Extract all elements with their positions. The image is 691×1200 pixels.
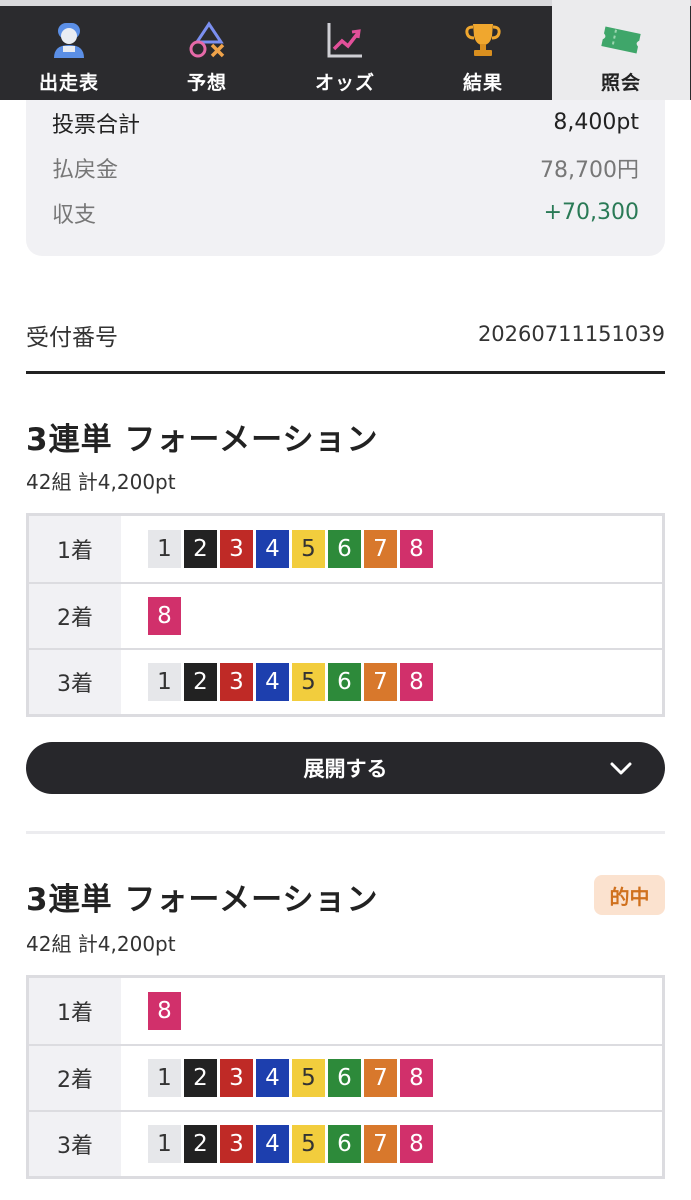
boat-number-8: 8 [148, 597, 181, 635]
balance-value: +70,300 [543, 200, 639, 225]
boat-number-8: 8 [400, 530, 433, 568]
boat-number-8: 8 [400, 1059, 433, 1097]
nav-item-entries[interactable]: 出走表 [0, 0, 138, 100]
receipt-number-row: 受付番号 20260711151039 [26, 318, 665, 374]
formation-grid: 1着 8 2着 1 2 3 4 5 6 7 8 3着 1 2 3 4 5 6 7… [26, 975, 665, 1179]
boat-number-3: 3 [220, 663, 253, 701]
place-label: 2着 [29, 584, 121, 648]
boat-number-5: 5 [292, 530, 325, 568]
boat-number-5: 5 [292, 1125, 325, 1163]
boat-number-7: 7 [364, 530, 397, 568]
payout-value: 78,700円 [540, 157, 639, 183]
payout-row: 払戻金 78,700円 [52, 145, 639, 190]
boat-number-6: 6 [328, 1059, 361, 1097]
racer-icon [47, 18, 91, 62]
boat-number-7: 7 [364, 663, 397, 701]
boat-number-4: 4 [256, 663, 289, 701]
boat-number-8: 8 [148, 992, 181, 1030]
boat-number-6: 6 [328, 663, 361, 701]
expand-button-label: 展開する [303, 757, 388, 781]
ticket-icon [599, 18, 643, 62]
chart-up-icon [323, 18, 367, 62]
nav-item-prediction[interactable]: 予想 [138, 0, 276, 100]
bet-subtitle: 42組 計4,200pt [26, 470, 176, 494]
nav-label-prediction: 予想 [186, 72, 227, 94]
formation-row-3rd: 3着 1 2 3 4 5 6 7 8 [29, 1110, 662, 1176]
boat-numbers: 1 2 3 4 5 6 7 8 [121, 516, 433, 582]
nav-label-odds: オッズ [314, 72, 375, 94]
boat-number-6: 6 [328, 530, 361, 568]
boat-numbers: 1 2 3 4 5 6 7 8 [121, 1046, 433, 1110]
place-label: 3着 [29, 1112, 121, 1176]
boat-numbers: 1 2 3 4 5 6 7 8 [121, 650, 433, 714]
place-label: 1着 [29, 516, 121, 582]
place-label: 1着 [29, 978, 121, 1044]
boat-number-1: 1 [148, 663, 181, 701]
place-label: 3着 [29, 650, 121, 714]
section-divider [26, 831, 665, 834]
boat-number-7: 7 [364, 1125, 397, 1163]
bet-title: 3連単 フォーメーション [26, 422, 379, 458]
nav-item-inquiry[interactable]: 照会 [552, 0, 690, 100]
bet-title: 3連単 フォーメーション [26, 882, 379, 918]
chevron-down-icon [610, 762, 632, 775]
boat-number-7: 7 [364, 1059, 397, 1097]
boat-number-8: 8 [400, 663, 433, 701]
boat-number-2: 2 [184, 1125, 217, 1163]
bottom-nav-bar: 出走表 予想 オッズ 結果 照会 [0, 0, 691, 100]
nav-label-entries: 出走表 [38, 72, 99, 94]
boat-number-3: 3 [220, 1059, 253, 1097]
trophy-icon [461, 18, 505, 62]
boat-number-3: 3 [220, 1125, 253, 1163]
formation-row-3rd: 3着 1 2 3 4 5 6 7 8 [29, 648, 662, 714]
boat-number-1: 1 [148, 1059, 181, 1097]
boat-number-6: 6 [328, 1125, 361, 1163]
payout-label: 払戻金 [52, 157, 119, 183]
boat-number-4: 4 [256, 530, 289, 568]
boat-number-2: 2 [184, 530, 217, 568]
boat-number-5: 5 [292, 663, 325, 701]
receipt-number-value: 20260711151039 [477, 322, 665, 346]
formation-grid: 1着 1 2 3 4 5 6 7 8 2着 8 3着 1 2 3 4 5 6 7… [26, 513, 665, 717]
formation-row-1st: 1着 8 [29, 978, 662, 1044]
boat-number-2: 2 [184, 1059, 217, 1097]
nav-label-inquiry: 照会 [600, 72, 641, 94]
boat-numbers: 8 [121, 978, 181, 1044]
nav-label-results: 結果 [462, 72, 503, 94]
boat-number-3: 3 [220, 530, 253, 568]
formation-row-2nd: 2着 1 2 3 4 5 6 7 8 [29, 1044, 662, 1110]
total-votes-label: 投票合計 [52, 112, 141, 138]
boat-numbers: 1 2 3 4 5 6 7 8 [121, 1112, 433, 1176]
place-label: 2着 [29, 1046, 121, 1110]
boat-number-5: 5 [292, 1059, 325, 1097]
formation-row-1st: 1着 1 2 3 4 5 6 7 8 [29, 516, 662, 582]
expand-button[interactable]: 展開する [26, 742, 665, 794]
boat-number-1: 1 [148, 530, 181, 568]
nav-item-results[interactable]: 結果 [414, 0, 552, 100]
prediction-shapes-icon [185, 18, 229, 62]
summary-card: 投票合計 8,400pt 払戻金 78,700円 収支 +70,300 [26, 100, 665, 256]
total-votes-row: 投票合計 8,400pt [52, 100, 639, 145]
boat-number-2: 2 [184, 663, 217, 701]
hit-badge: 的中 [594, 875, 665, 915]
balance-row: 収支 +70,300 [52, 190, 639, 235]
balance-label: 収支 [52, 202, 97, 228]
boat-numbers: 8 [121, 584, 181, 648]
receipt-number-label: 受付番号 [26, 325, 118, 351]
total-votes-value: 8,400pt [553, 110, 639, 135]
boat-number-1: 1 [148, 1125, 181, 1163]
boat-number-8: 8 [400, 1125, 433, 1163]
formation-row-2nd: 2着 8 [29, 582, 662, 648]
boat-number-4: 4 [256, 1059, 289, 1097]
nav-item-odds[interactable]: オッズ [276, 0, 414, 100]
boat-number-4: 4 [256, 1125, 289, 1163]
bet-subtitle: 42組 計4,200pt [26, 932, 176, 956]
